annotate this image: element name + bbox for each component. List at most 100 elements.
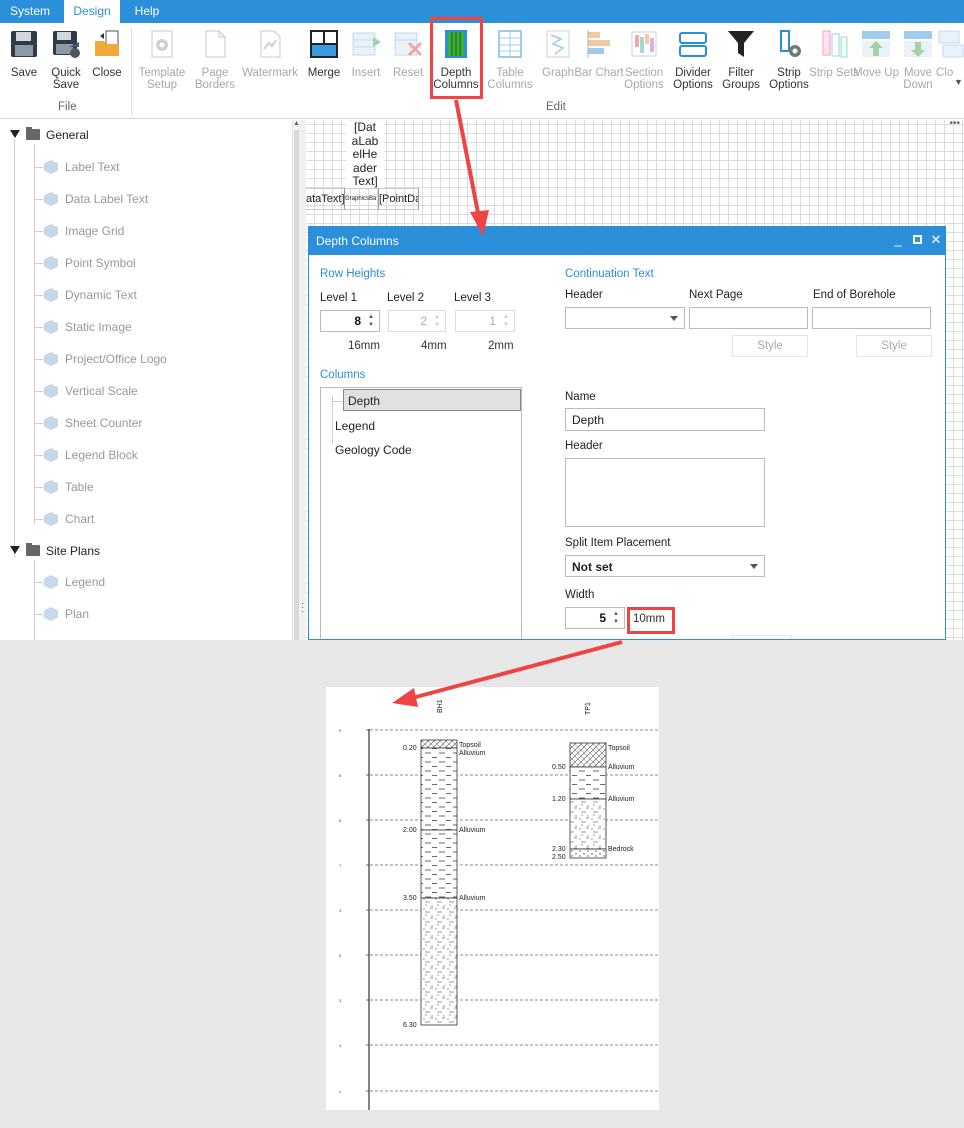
canvas-label-line: [Dat (353, 120, 376, 134)
close-folder-icon (95, 30, 119, 56)
table-columns-button[interactable]: Table Columns (487, 27, 533, 91)
tab-system[interactable]: System (0, 0, 60, 23)
watermark-button[interactable]: Watermark (242, 27, 298, 91)
edit-group-label: Edit (546, 101, 566, 113)
level-3-stepper[interactable]: 1 ▲ ▼ (455, 310, 515, 332)
tp1-depth-label: 2.30 (552, 846, 566, 853)
reset-button[interactable]: Reset (385, 27, 431, 91)
collapse-caret-icon[interactable] (10, 130, 20, 138)
element-cube-icon (44, 224, 58, 238)
section-options-button[interactable]: Section Options (621, 27, 667, 91)
column-item-geology-code[interactable]: Geology Code (331, 439, 412, 461)
name-input[interactable]: Depth (565, 408, 765, 431)
bh1-depth-label: 3.50 (403, 895, 417, 902)
tree-scrollbar[interactable]: ▲ (292, 120, 300, 640)
level-2-mm: 4mm (421, 340, 447, 352)
section-options-icon (631, 31, 657, 57)
next-page-style-button[interactable]: Style (732, 335, 808, 357)
template-setup-button[interactable]: Template Setup (139, 27, 185, 91)
tree-group-general[interactable]: General (0, 121, 292, 149)
tree-item[interactable]: Legend (44, 571, 284, 595)
tp1-depth-label: 1.20 (552, 796, 566, 803)
next-page-input[interactable] (689, 307, 808, 329)
canvas-cell[interactable]: ataText] (306, 188, 345, 210)
tree-item[interactable]: Chart (44, 508, 284, 532)
level-2-stepper[interactable]: 2 ▲ ▼ (388, 310, 446, 332)
tree-item[interactable]: Dynamic Text (44, 284, 284, 308)
tree-item[interactable]: Image Grid (44, 220, 284, 244)
insert-button[interactable]: Insert (343, 27, 389, 91)
merge-grid-icon (310, 30, 338, 58)
column-item-legend[interactable]: Legend (331, 415, 375, 437)
spin-arrows-icon[interactable]: ▲ ▼ (367, 313, 375, 329)
canvas-label-line: elHe (352, 147, 378, 161)
graph-button[interactable]: Graph (535, 27, 581, 91)
tree-item[interactable]: Plan (44, 603, 284, 627)
divider-options-button[interactable]: Divider Options (670, 27, 716, 91)
strip-sets-button[interactable]: Strip Sets (809, 27, 859, 91)
tree-item[interactable]: Label Text (44, 156, 284, 180)
close-button[interactable]: Close (84, 27, 130, 91)
merge-button[interactable]: Merge (301, 27, 347, 91)
canvas-cell[interactable]: [PointDa (379, 188, 419, 210)
tree-item[interactable]: Table (44, 476, 284, 500)
tree-item[interactable]: Vertical Scale (44, 380, 284, 404)
tab-design[interactable]: Design (64, 0, 120, 23)
element-cube-icon (44, 416, 58, 430)
bh1-layer-label: Topsoil (459, 742, 481, 749)
continuation-header-label: Header (565, 289, 603, 301)
scroll-up-icon[interactable]: ▲ (293, 120, 300, 127)
quick-save-button[interactable]: Quick Save (43, 27, 89, 91)
level-3-value: 1 (489, 314, 496, 328)
tree-item-label: Project/Office Logo (65, 352, 167, 366)
split-item-placement-value: Not set (572, 560, 613, 574)
spin-arrows-icon[interactable]: ▲ ▼ (433, 313, 441, 329)
tree-guide (34, 327, 43, 328)
tree-item[interactable]: Legend Block (44, 444, 284, 468)
width-stepper[interactable]: 5 ▲ ▼ (565, 607, 625, 629)
row-heights-section: Row Heights (320, 268, 386, 280)
scale-tick-label: 5 (339, 953, 342, 958)
element-cube-icon (44, 256, 58, 270)
continuation-header-dropdown[interactable] (565, 307, 685, 329)
tree-item[interactable]: Sheet Counter (44, 412, 284, 436)
canvas-data-label-header[interactable]: [Dat aLab elHe ader Text] (346, 120, 384, 189)
dialog-title-bar[interactable]: Depth Columns _ ✕ (309, 227, 945, 255)
tree-item[interactable]: Project/Office Logo (44, 348, 284, 372)
header-textarea[interactable] (565, 458, 765, 527)
collapse-caret-icon[interactable] (10, 546, 20, 554)
spin-arrows-icon[interactable]: ▲ ▼ (502, 313, 510, 329)
columns-list[interactable]: Depth Legend Geology Code (320, 387, 522, 639)
filter-groups-button[interactable]: Filter Groups (718, 27, 764, 91)
maximize-icon[interactable] (911, 234, 923, 246)
floppy-disk-icon (11, 31, 37, 57)
tree-item[interactable]: Static Image (44, 316, 284, 340)
tree-item[interactable]: Point Symbol (44, 252, 284, 276)
level-1-stepper[interactable]: 8 ▲ ▼ (320, 310, 380, 332)
close-icon[interactable]: ✕ (930, 233, 942, 246)
end-of-borehole-input[interactable] (812, 307, 931, 329)
column-item-depth[interactable]: Depth (343, 389, 521, 411)
tab-help[interactable]: Help (124, 0, 170, 23)
minimize-icon[interactable]: _ (892, 233, 904, 246)
scale-tick-label: 7 (339, 863, 342, 868)
preview-dashed-grid (370, 729, 659, 1092)
ribbon-scroll-down-icon[interactable]: ▼ (954, 77, 963, 87)
spin-arrows-icon[interactable]: ▲ ▼ (612, 610, 620, 626)
scrollbar-thumb[interactable] (294, 130, 299, 640)
canvas-label-line: Text] (352, 174, 378, 188)
split-item-placement-dropdown[interactable]: Not set (565, 555, 765, 577)
tree-group-site-plans[interactable]: Site Plans (0, 537, 292, 565)
end-of-borehole-style-button[interactable]: Style (856, 335, 932, 357)
tree-item[interactable]: Data Label Text (44, 188, 284, 212)
page-borders-label: Page Borders (194, 67, 236, 91)
tp1-layer-label: Alluvium (608, 796, 635, 803)
dialog-button-partial[interactable] (732, 635, 792, 639)
canvas-more-icon[interactable]: ••• (949, 118, 960, 129)
borehole-name-bh1: BH1 (437, 699, 444, 713)
page-borders-button[interactable]: Page Borders (192, 27, 238, 91)
level-3-label: Level 3 (454, 292, 492, 304)
canvas-cell[interactable]: GraphicsBa (345, 188, 379, 210)
tree-guide (34, 391, 43, 392)
strip-options-button[interactable]: Strip Options (766, 27, 812, 91)
